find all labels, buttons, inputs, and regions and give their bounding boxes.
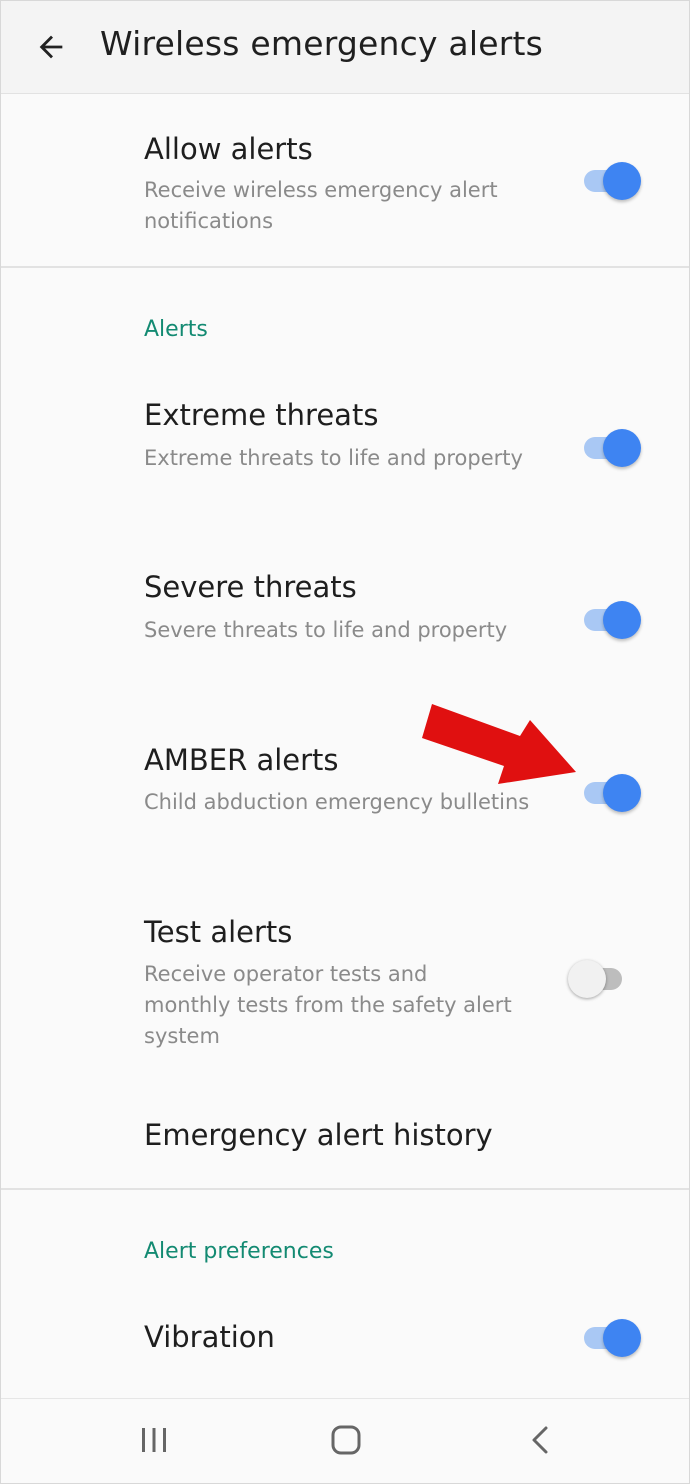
- alert-history-title: Emergency alert history: [144, 1118, 493, 1152]
- nav-back-icon: [532, 1426, 548, 1454]
- system-nav-bar: [0, 1398, 690, 1484]
- allow-alerts-row[interactable]: Allow alerts Receive wireless emergency …: [0, 94, 690, 268]
- severe-threats-title: Severe threats: [144, 570, 357, 604]
- recents-button[interactable]: [124, 1415, 184, 1465]
- allow-alerts-switch[interactable]: [578, 160, 642, 200]
- amber-alerts-summary: Child abduction emergency bulletins: [144, 790, 530, 814]
- divider: [0, 1188, 690, 1190]
- back-button[interactable]: [26, 22, 76, 72]
- nav-back-button[interactable]: [510, 1415, 570, 1465]
- vibration-title: Vibration: [144, 1320, 275, 1354]
- home-icon: [331, 1425, 361, 1455]
- alert-history-row[interactable]: Emergency alert history: [0, 1100, 690, 1186]
- severe-threats-row[interactable]: Severe threats Severe threats to life an…: [0, 552, 690, 718]
- switch-thumb: [603, 1319, 641, 1357]
- test-alerts-summary: Receive operator tests and monthly tests…: [144, 962, 512, 1048]
- home-button[interactable]: [316, 1415, 376, 1465]
- switch-thumb: [603, 774, 641, 812]
- extreme-threats-title: Extreme threats: [144, 398, 379, 432]
- switch-thumb: [603, 429, 641, 467]
- extreme-threats-row[interactable]: Extreme threats Extreme threats to life …: [0, 380, 690, 546]
- section-header-alert-preferences: Alert preferences: [144, 1239, 334, 1264]
- vibration-switch[interactable]: [578, 1317, 642, 1357]
- amber-alerts-title: AMBER alerts: [144, 743, 339, 777]
- switch-thumb: [603, 601, 641, 639]
- extreme-threats-summary: Extreme threats to life and property: [144, 446, 523, 470]
- severe-threats-switch[interactable]: [578, 599, 642, 639]
- test-alerts-switch[interactable]: [568, 958, 642, 998]
- test-alerts-row[interactable]: Test alerts Receive operator tests and m…: [0, 896, 690, 1092]
- page-title: Wireless emergency alerts: [100, 24, 544, 63]
- vibration-row[interactable]: Vibration: [0, 1296, 690, 1382]
- switch-thumb: [603, 162, 641, 200]
- app-bar: Wireless emergency alerts: [0, 0, 690, 94]
- test-alerts-title: Test alerts: [144, 915, 293, 949]
- switch-thumb: [568, 960, 606, 998]
- divider: [0, 266, 690, 268]
- section-header-alerts: Alerts: [144, 317, 208, 342]
- recents-icon: [142, 1428, 166, 1452]
- allow-alerts-title: Allow alerts: [144, 132, 313, 166]
- arrow-left-icon: [39, 35, 63, 59]
- red-arrow-annotation: [422, 704, 576, 784]
- severe-threats-summary: Severe threats to life and property: [144, 618, 508, 642]
- extreme-threats-switch[interactable]: [578, 427, 642, 467]
- allow-alerts-summary: Receive wireless emergency alert notific…: [144, 178, 498, 233]
